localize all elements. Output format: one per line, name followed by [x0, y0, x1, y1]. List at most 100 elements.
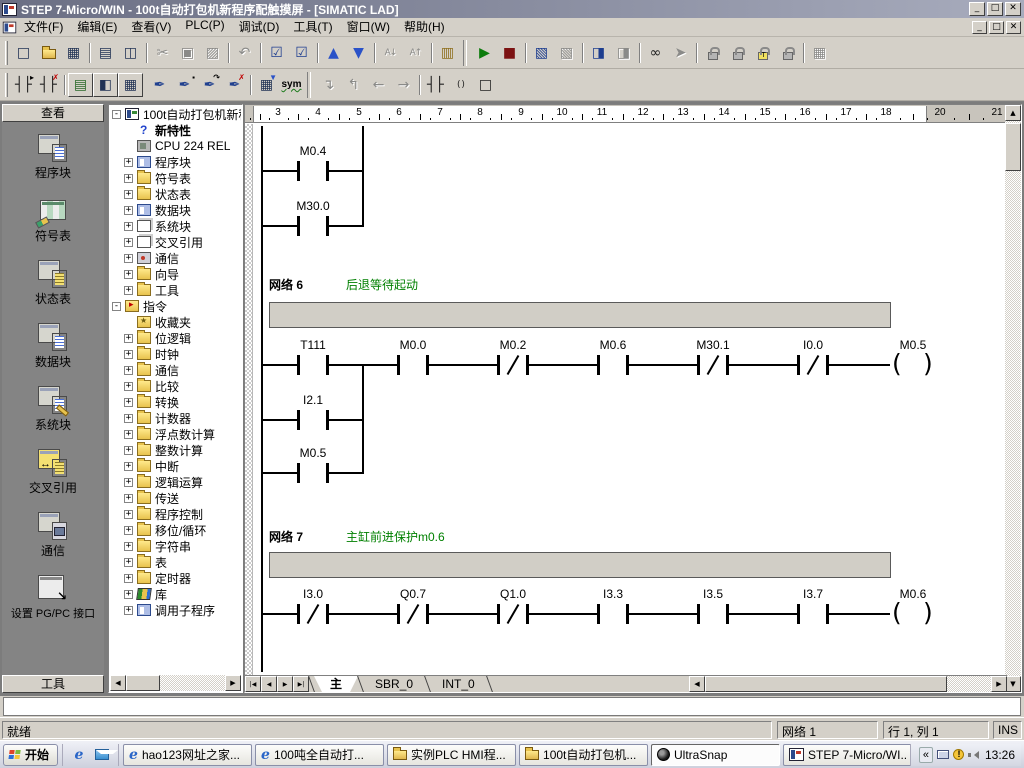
nav-status-chart[interactable]: 状态表: [2, 260, 104, 323]
scroll-thumb[interactable]: [1005, 123, 1021, 171]
delete-row-icon[interactable]: ✒↷: [197, 73, 222, 97]
pointer-icon[interactable]: ➤: [668, 41, 693, 65]
print-preview-icon[interactable]: ◫: [118, 41, 143, 65]
wire-down-icon[interactable]: ↴: [316, 73, 341, 97]
insert-row-icon[interactable]: ✒: [147, 73, 172, 97]
compile-icon[interactable]: ☑: [264, 41, 289, 65]
tree-string[interactable]: +字符串: [110, 538, 241, 554]
no-contact[interactable]: [297, 463, 300, 483]
tab-scroll-first-icon[interactable]: |◀: [245, 676, 261, 692]
copy-icon[interactable]: ▣: [175, 41, 200, 65]
tab-scroll-next-icon[interactable]: ▶: [277, 676, 293, 692]
no-contact[interactable]: [597, 604, 600, 624]
tree-symbol-table[interactable]: +符号表: [110, 170, 241, 186]
no-contact[interactable]: [697, 604, 700, 624]
tree-status-chart[interactable]: +状态表: [110, 186, 241, 202]
tree-cross-reference[interactable]: +交叉引用: [110, 234, 241, 250]
tab-scroll-last-icon[interactable]: ▶|: [293, 676, 309, 692]
tree-integer-math[interactable]: +整数计算: [110, 442, 241, 458]
nav-cross-reference[interactable]: 交叉引用: [2, 449, 104, 512]
scroll-right-icon[interactable]: ▶: [225, 675, 241, 691]
expand-box-icon[interactable]: +: [124, 606, 133, 615]
nav-system-block[interactable]: 系统块: [2, 386, 104, 449]
view-bar-header[interactable]: 查看: [2, 104, 104, 122]
delete-network-icon[interactable]: ┤├✗: [36, 73, 61, 97]
tab-main[interactable]: 主: [314, 676, 358, 692]
nc-contact[interactable]: [697, 355, 700, 375]
menu-debug[interactable]: 调试(D): [232, 17, 287, 37]
scroll-left-icon[interactable]: ◀: [689, 676, 705, 692]
open-project-icon[interactable]: [36, 41, 61, 65]
expand-box-icon[interactable]: +: [124, 270, 133, 279]
task-100t-folder[interactable]: 100t自动打包机...: [519, 744, 648, 766]
scroll-up-icon[interactable]: ▲: [1005, 105, 1021, 121]
expand-box-icon[interactable]: +: [124, 414, 133, 423]
vertical-scrollbar[interactable]: ▲ ▼: [1005, 105, 1021, 692]
tree-system-block[interactable]: +系统块: [110, 218, 241, 234]
coil[interactable]: (: [892, 351, 902, 377]
scroll-thumb[interactable]: [705, 676, 947, 692]
expand-box-icon[interactable]: +: [124, 350, 133, 359]
nc-contact[interactable]: [297, 604, 300, 624]
menu-window[interactable]: 窗口(W): [340, 17, 397, 37]
expand-box-icon[interactable]: +: [124, 446, 133, 455]
tree-bit-logic[interactable]: +位逻辑: [110, 330, 241, 346]
menu-tools[interactable]: 工具(T): [286, 17, 339, 37]
tree-interrupt[interactable]: +中断: [110, 458, 241, 474]
restore-button[interactable]: □: [987, 2, 1003, 16]
close-button[interactable]: ✕: [1005, 2, 1021, 16]
view-lad-grid-icon[interactable]: ▦: [118, 73, 143, 97]
minimize-button[interactable]: _: [969, 2, 985, 16]
tree-call-subroutine[interactable]: +调用子程序: [110, 602, 241, 618]
expand-box-icon[interactable]: +: [124, 158, 133, 167]
nc-contact[interactable]: [397, 604, 400, 624]
expand-box-icon[interactable]: +: [124, 206, 133, 215]
run-icon[interactable]: ▶: [472, 41, 497, 65]
child-close-button[interactable]: ✕: [1006, 21, 1021, 34]
task-hao123[interactable]: ehao123网址之家...: [123, 744, 252, 766]
toolbar-handle[interactable]: [5, 73, 8, 97]
expand-box-icon[interactable]: +: [124, 398, 133, 407]
expand-box-icon[interactable]: -: [112, 302, 121, 311]
expand-box-icon[interactable]: +: [124, 478, 133, 487]
expand-box-icon[interactable]: +: [124, 286, 133, 295]
tray-chevron-icon[interactable]: «: [919, 747, 933, 763]
tree-data-block[interactable]: +数据块: [110, 202, 241, 218]
cut-icon[interactable]: ✂: [150, 41, 175, 65]
wire-up-icon[interactable]: ↰: [341, 73, 366, 97]
tab-scroll-prev-icon[interactable]: ◀: [261, 676, 277, 692]
menu-view[interactable]: 查看(V): [124, 17, 178, 37]
editor-horizontal-scrollbar[interactable]: ◀ ▶: [689, 676, 1007, 692]
expand-box-icon[interactable]: +: [124, 430, 133, 439]
tree-move[interactable]: +传送: [110, 490, 241, 506]
coil[interactable]: (: [892, 600, 902, 626]
tree-favorites[interactable]: 收藏夹: [110, 314, 241, 330]
no-contact[interactable]: [597, 355, 600, 375]
nav-symbol-table[interactable]: 符号表: [2, 197, 104, 260]
pause-chart-status-icon[interactable]: ◨: [611, 41, 636, 65]
paste-icon[interactable]: ▨: [200, 41, 225, 65]
expand-box-icon[interactable]: +: [124, 238, 133, 247]
print-icon[interactable]: ▤: [93, 41, 118, 65]
expand-box-icon[interactable]: +: [124, 558, 133, 567]
expand-box-icon[interactable]: +: [124, 526, 133, 535]
toolbar-handle[interactable]: [5, 41, 8, 65]
no-contact[interactable]: [397, 355, 400, 375]
expand-box-icon[interactable]: +: [124, 382, 133, 391]
ie-quick-launch-icon[interactable]: e: [69, 745, 89, 765]
stop-icon[interactable]: ■: [497, 41, 522, 65]
wire-left-icon[interactable]: ←: [366, 73, 391, 97]
document-icon[interactable]: [3, 21, 17, 33]
tab-int0[interactable]: INT_0: [430, 676, 487, 692]
network-comment-box[interactable]: [269, 302, 891, 328]
unlock-icon[interactable]: [725, 41, 750, 65]
nc-contact[interactable]: [797, 355, 800, 375]
no-contact[interactable]: [297, 355, 300, 375]
task-step7[interactable]: STEP 7-Micro/WI...: [783, 744, 910, 766]
task-100ton-browser[interactable]: e100吨全自动打...: [255, 744, 384, 766]
nc-contact[interactable]: [497, 604, 500, 624]
no-contact[interactable]: [797, 604, 800, 624]
program-status-icon[interactable]: ▧: [529, 41, 554, 65]
save-icon[interactable]: ▦: [61, 41, 86, 65]
sort-ascending-icon[interactable]: A↓: [378, 41, 403, 65]
